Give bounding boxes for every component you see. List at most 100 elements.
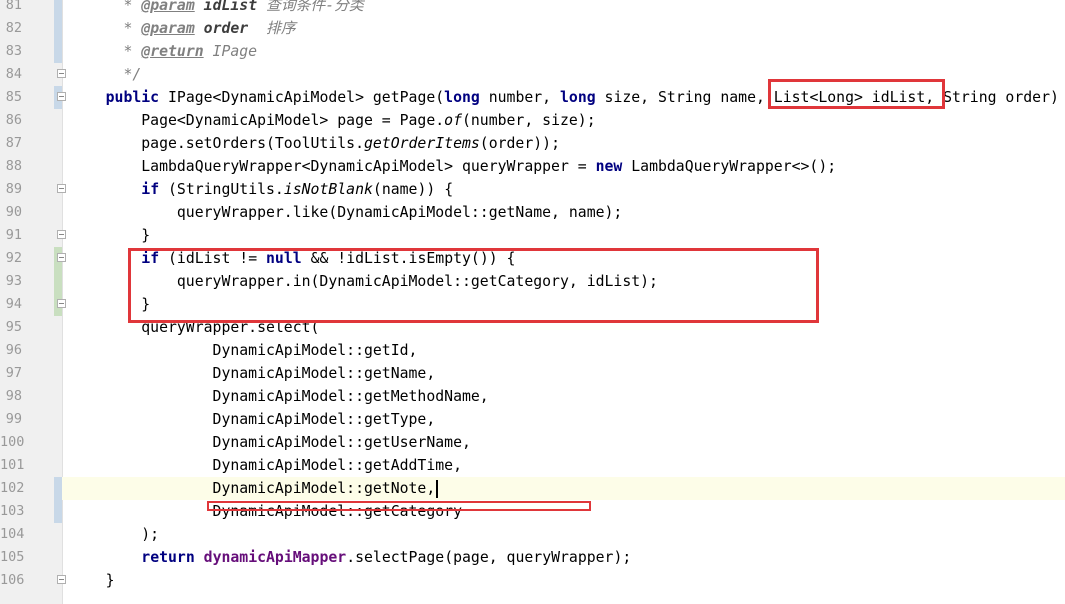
vcs-change-marker[interactable] xyxy=(54,500,62,523)
line-number: 84 xyxy=(5,66,22,82)
code-token: DynamicApiModel::getId, xyxy=(70,342,418,359)
gutter-cell: 87 xyxy=(0,132,62,155)
fold-toggle-icon[interactable] xyxy=(57,253,66,262)
code-token: page.setOrders(ToolUtils. xyxy=(70,135,364,152)
gutter-cell: 105 xyxy=(0,546,62,569)
line-number: 81 xyxy=(5,0,22,13)
vcs-change-marker[interactable] xyxy=(54,0,62,17)
code-line[interactable]: 100 DynamicApiModel::getUserName, xyxy=(0,431,1065,454)
text-cursor xyxy=(436,480,439,498)
code-token: .selectPage(page, queryWrapper); xyxy=(346,549,632,566)
code-line[interactable]: 102 DynamicApiModel::getNote, xyxy=(0,477,1065,500)
code-text: * @param idList 查询条件-分类 xyxy=(70,0,364,17)
code-line[interactable]: 104 ); xyxy=(0,523,1065,546)
line-number: 92 xyxy=(5,250,22,266)
code-text: Page<DynamicApiModel> page = Page.of(num… xyxy=(70,109,596,132)
line-number: 97 xyxy=(5,365,22,381)
code-token: DynamicApiModel::getAddTime, xyxy=(70,457,462,474)
code-token: (StringUtils. xyxy=(159,181,284,198)
gutter-cell: 89 xyxy=(0,178,66,201)
code-token: if xyxy=(141,181,160,198)
code-token: * xyxy=(123,43,142,60)
code-line[interactable]: 101 DynamicApiModel::getAddTime, xyxy=(0,454,1065,477)
code-token: getOrderItems xyxy=(363,135,480,152)
line-number: 105 xyxy=(0,549,25,565)
code-token: idList xyxy=(203,0,258,14)
code-token: long xyxy=(444,89,480,106)
code-line[interactable]: 98 DynamicApiModel::getMethodName, xyxy=(0,385,1065,408)
code-text: DynamicApiModel::getNote, xyxy=(70,477,439,500)
line-number: 95 xyxy=(5,319,22,335)
fold-toggle-icon[interactable] xyxy=(57,230,66,239)
gutter-cell: 95 xyxy=(0,316,62,339)
code-text: * @param order 排序 xyxy=(70,17,295,40)
code-token: 查询条件-分类 xyxy=(257,0,364,14)
line-number: 83 xyxy=(5,43,22,59)
line-number: 106 xyxy=(0,572,25,588)
line-number: 96 xyxy=(5,342,22,358)
code-line[interactable]: 90 queryWrapper.like(DynamicApiModel::ge… xyxy=(0,201,1065,224)
gutter-cell: 93 xyxy=(0,270,62,293)
code-token: order xyxy=(203,20,249,37)
fold-toggle-icon[interactable] xyxy=(57,575,66,584)
code-line[interactable]: 91 } xyxy=(0,224,1065,247)
vcs-change-marker[interactable] xyxy=(54,270,62,293)
code-token: of xyxy=(444,112,462,129)
vcs-change-marker[interactable] xyxy=(54,477,62,500)
code-text: queryWrapper.like(DynamicApiModel::getNa… xyxy=(70,201,622,224)
gutter-cell: 86 xyxy=(0,109,62,132)
line-number: 98 xyxy=(5,388,22,404)
gutter-cell: 99 xyxy=(0,408,62,431)
code-line[interactable]: 99 DynamicApiModel::getType, xyxy=(0,408,1065,431)
gutter-cell: 91 xyxy=(0,224,66,247)
fold-toggle-icon[interactable] xyxy=(57,299,66,308)
code-line[interactable]: 106 } xyxy=(0,569,1065,592)
vcs-change-marker[interactable] xyxy=(54,40,62,63)
line-number: 102 xyxy=(0,480,25,496)
code-token: } xyxy=(70,227,151,244)
code-editor[interactable]: 81 * @param idList 查询条件-分类 82 * @param or… xyxy=(0,0,1065,604)
code-token: return xyxy=(141,549,195,566)
line-number: 94 xyxy=(5,296,22,312)
code-line[interactable]: 96 DynamicApiModel::getId, xyxy=(0,339,1065,362)
line-number: 93 xyxy=(5,273,22,289)
code-line[interactable]: 83 * @return IPage xyxy=(0,40,1065,63)
code-token: LambdaQueryWrapper<DynamicApiModel> quer… xyxy=(70,158,596,175)
gutter-cell: 94 xyxy=(0,293,66,316)
line-number: 88 xyxy=(5,158,22,174)
gutter-cell: 88 xyxy=(0,155,62,178)
code-line[interactable]: 81 * @param idList 查询条件-分类 xyxy=(0,0,1065,17)
code-token: (order)); xyxy=(479,135,560,152)
code-line[interactable]: 82 * @param order 排序 xyxy=(0,17,1065,40)
code-token: (name)) { xyxy=(372,181,454,198)
code-token: dynamicApiMapper xyxy=(203,549,347,566)
code-line[interactable]: 88 LambdaQueryWrapper<DynamicApiModel> q… xyxy=(0,155,1065,178)
line-number: 85 xyxy=(5,89,22,105)
code-line[interactable]: 89 if (StringUtils.isNotBlank(name)) { xyxy=(0,178,1065,201)
code-token: long xyxy=(560,89,596,106)
code-line[interactable]: 105 return dynamicApiMapper.selectPage(p… xyxy=(0,546,1065,569)
gutter-cell: 97 xyxy=(0,362,62,385)
fold-toggle-icon[interactable] xyxy=(57,69,66,78)
code-text: */ xyxy=(70,63,141,86)
code-text: ); xyxy=(70,523,159,546)
code-line[interactable]: 86 Page<DynamicApiModel> page = Page.of(… xyxy=(0,109,1065,132)
code-line[interactable]: 87 page.setOrders(ToolUtils.getOrderItem… xyxy=(0,132,1065,155)
code-line[interactable]: 97 DynamicApiModel::getName, xyxy=(0,362,1065,385)
fold-toggle-icon[interactable] xyxy=(57,184,66,193)
code-token: (number, size); xyxy=(461,112,596,129)
code-text: * @return IPage xyxy=(70,40,257,63)
gutter-cell: 85 xyxy=(0,86,66,109)
fold-toggle-icon[interactable] xyxy=(57,92,66,101)
code-token: IPage xyxy=(203,43,258,60)
highlight-bar-getcategory xyxy=(207,501,591,511)
code-token: Page<DynamicApiModel> page = Page. xyxy=(70,112,445,129)
code-token: DynamicApiModel::getName, xyxy=(70,365,436,382)
code-text: DynamicApiModel::getId, xyxy=(70,339,418,362)
line-number: 101 xyxy=(0,457,25,473)
vcs-change-marker[interactable] xyxy=(54,17,62,40)
gutter-cell: 84 xyxy=(0,63,66,86)
